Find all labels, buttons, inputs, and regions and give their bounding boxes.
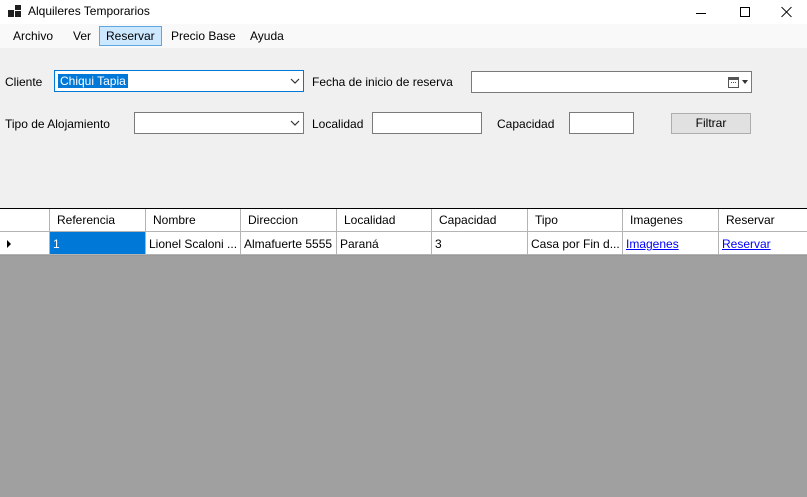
column-header-localidad[interactable]: Localidad [337, 209, 432, 232]
menu-ver[interactable]: Ver [66, 26, 98, 46]
tipo-alojamiento-combo[interactable] [134, 112, 304, 134]
fecha-label: Fecha de inicio de reserva [312, 75, 453, 89]
dropdown-arrow-icon[interactable] [742, 80, 748, 84]
fecha-datepicker[interactable] [471, 71, 752, 93]
current-row-arrow-icon [7, 240, 11, 248]
calendar-icon[interactable] [728, 77, 739, 88]
cell-nombre[interactable]: Lionel Scaloni ... [146, 232, 241, 255]
chevron-down-icon[interactable] [290, 76, 300, 86]
capacidad-input[interactable] [569, 112, 634, 134]
app-window: Alquileres Temporarios Archivo Ver Reser… [0, 0, 807, 497]
menu-reservar[interactable]: Reservar [99, 26, 162, 46]
menu-ayuda[interactable]: Ayuda [243, 26, 291, 46]
cliente-label: Cliente [5, 75, 43, 89]
cliente-combo[interactable]: Chiqui Tapia [54, 70, 304, 92]
imagenes-link[interactable]: Imagenes [626, 237, 679, 251]
row-header[interactable] [0, 232, 50, 255]
grid-header-row: Referencia Nombre Direccion Localidad Ca… [0, 209, 807, 232]
cell-reservar[interactable]: Reservar [719, 232, 807, 255]
close-button[interactable] [766, 0, 807, 24]
window-title: Alquileres Temporarios [28, 4, 150, 18]
app-icon [8, 5, 21, 18]
chevron-down-icon[interactable] [290, 118, 300, 128]
menu-archivo[interactable]: Archivo [6, 26, 60, 46]
localidad-input[interactable] [372, 112, 482, 134]
row-header-corner [0, 209, 50, 232]
table-row[interactable]: 1 Lionel Scaloni ... Almafuerte 5555 Par… [0, 232, 807, 256]
reservar-link[interactable]: Reservar [722, 237, 771, 251]
cliente-value: Chiqui Tapia [58, 74, 128, 88]
minimize-button[interactable] [680, 0, 722, 24]
column-header-capacidad[interactable]: Capacidad [432, 209, 528, 232]
menu-precio-base[interactable]: Precio Base [164, 26, 243, 46]
maximize-icon [740, 7, 750, 17]
column-header-imagenes[interactable]: Imagenes [623, 209, 719, 232]
title-bar: Alquileres Temporarios [0, 0, 807, 24]
localidad-label: Localidad [312, 117, 364, 131]
menu-bar: Archivo Ver Reservar Precio Base Ayuda [0, 24, 807, 48]
filtrar-button[interactable]: Filtrar [671, 113, 751, 134]
minimize-icon [696, 12, 706, 14]
maximize-button[interactable] [724, 0, 766, 24]
column-header-tipo[interactable]: Tipo [528, 209, 623, 232]
cell-imagenes[interactable]: Imagenes [623, 232, 719, 255]
cell-localidad[interactable]: Paraná [337, 232, 432, 255]
column-header-referencia[interactable]: Referencia [50, 209, 146, 232]
column-header-direccion[interactable]: Direccion [241, 209, 337, 232]
column-header-nombre[interactable]: Nombre [146, 209, 241, 232]
tipo-alojamiento-label: Tipo de Alojamiento [5, 117, 110, 131]
cell-referencia[interactable]: 1 [50, 232, 146, 255]
column-header-reservar[interactable]: Reservar [719, 209, 807, 232]
capacidad-label: Capacidad [497, 117, 555, 131]
cell-capacidad[interactable]: 3 [432, 232, 528, 255]
cell-tipo[interactable]: Casa por Fin d... [528, 232, 623, 255]
results-grid: Referencia Nombre Direccion Localidad Ca… [0, 208, 807, 497]
close-icon [781, 6, 793, 18]
cell-direccion[interactable]: Almafuerte 5555 [241, 232, 337, 255]
